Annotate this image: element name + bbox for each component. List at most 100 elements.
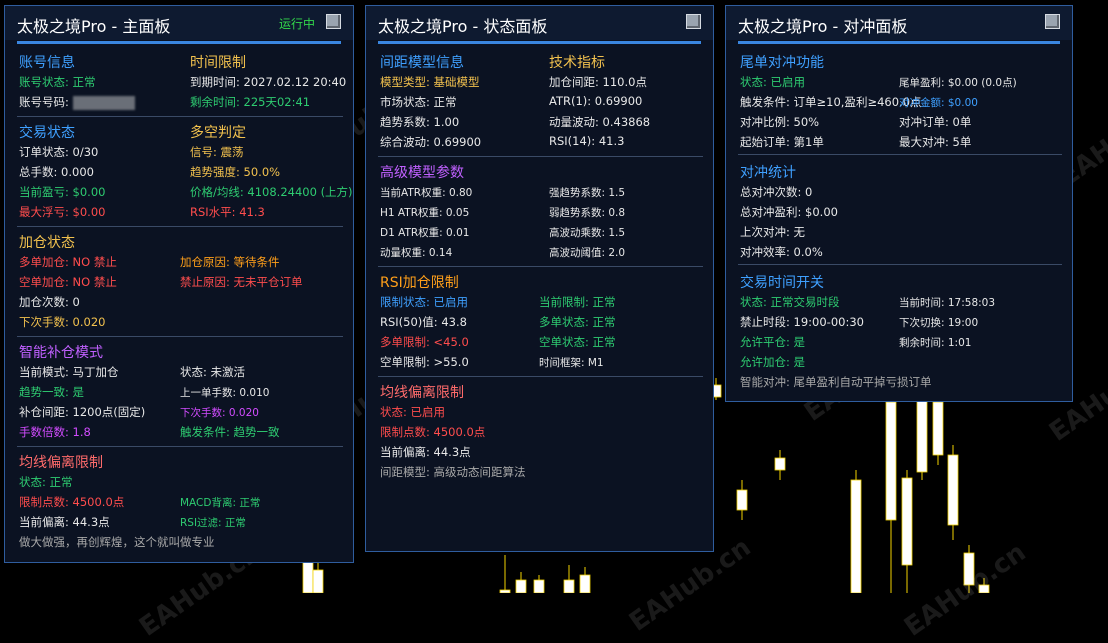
main-panel-title: 太极之境Pro - 主面板	[17, 17, 171, 36]
hedge-panel[interactable]: 太极之境Pro - 对冲面板 尾单对冲功能 状态: 已启用 尾单盈利: $0.0…	[725, 5, 1073, 402]
running-status: 运行中	[278, 17, 315, 31]
section-trade-time: 交易时间开关	[740, 275, 824, 291]
candle-body	[947, 454, 959, 526]
section-long-short: 多空判定	[190, 125, 246, 141]
high-vol-threshold: 高波动阈值: 2.0	[549, 247, 626, 259]
hedge-orders: 对冲订单: 0单	[899, 115, 972, 129]
rsi14: RSI(14): 41.3	[549, 134, 625, 148]
allow-add: 允许加仓: 是	[740, 355, 806, 369]
section-time-limit: 时间限制	[190, 55, 246, 71]
add-distance: 补仓间距: 1200点(固定)	[19, 405, 146, 419]
limit-state: 限制状态: 已启用	[380, 295, 469, 309]
d1-atr-weight: D1 ATR权重: 0.01	[380, 227, 470, 239]
close-icon[interactable]	[1045, 14, 1060, 29]
long-state: 多单状态: 正常	[539, 315, 616, 329]
section-account: 账号信息	[19, 55, 75, 71]
strong-trend-coef: 强趋势系数: 1.5	[549, 187, 626, 199]
allow-close: 允许平仓: 是	[740, 335, 806, 349]
smart-state: 状态: 未激活	[180, 365, 246, 379]
candle-body	[774, 457, 786, 471]
add-spacing: 加仓间距: 110.0点	[549, 75, 647, 89]
add-count: 加仓次数: 0	[19, 295, 80, 309]
trigger-condition: 触发条件: 订单≥10,盈利≥460.0点	[740, 95, 922, 109]
current-profit: 当前盈亏: $0.00	[19, 185, 106, 199]
candle-body	[579, 574, 591, 593]
candle-body	[533, 579, 545, 593]
weak-trend-coef: 弱趋势系数: 0.8	[549, 207, 626, 219]
candle-body	[515, 579, 527, 593]
slogan: 做大做强，再创辉煌，这个就叫做专业	[19, 535, 215, 549]
add-reason: 加仓原因: 等待条件	[180, 255, 280, 269]
signal: 信号: 震荡	[190, 145, 244, 159]
hedge-ratio: 对冲比例: 50%	[740, 115, 820, 129]
divider	[17, 336, 343, 337]
divider	[17, 226, 343, 227]
smart-hedge: 智能对冲: 尾单盈利自动平掉亏损订单	[740, 375, 932, 389]
divider	[378, 266, 703, 267]
order-status: 订单状态: 0/30	[19, 145, 99, 159]
hedge-count: 总对冲次数: 0	[740, 185, 813, 199]
tail-profit: 尾单盈利: $0.00 (0.0点)	[899, 77, 1017, 89]
last-lots: 上一单手数: 0.010	[180, 387, 270, 399]
cur-atr-weight: 当前ATR权重: 0.80	[380, 187, 473, 199]
tail-state: 状态: 已启用	[740, 75, 806, 89]
main-panel[interactable]: 太极之境Pro - 主面板 运行中 账号信息 时间限制 账号状态: 正常 到期时…	[4, 5, 354, 563]
divider	[738, 264, 1062, 265]
forbid-period: 禁止时段: 19:00-00:30	[740, 315, 864, 329]
macd-divergence: MACD背离: 正常	[180, 497, 261, 509]
header-accent-bar	[738, 41, 1060, 44]
momentum-vol: 动量波动: 0.43868	[549, 115, 651, 129]
combined-vol: 综合波动: 0.69900	[380, 135, 482, 149]
short-state: 空单状态: 正常	[539, 335, 616, 349]
close-icon[interactable]	[326, 14, 341, 29]
candle-body	[916, 394, 928, 473]
short-limit: 空单限制: >55.0	[380, 355, 469, 369]
close-icon[interactable]	[686, 14, 701, 29]
candle-body	[850, 479, 862, 593]
trigger-condition: 触发条件: 趋势一致	[180, 425, 280, 439]
status-panel[interactable]: 太极之境Pro - 状态面板 间距模型信息 技术指标 模型类型: 基础模型 加仓…	[365, 5, 714, 552]
smart-next-lots: 下次手数: 0.020	[180, 407, 259, 419]
candle-body	[302, 561, 314, 593]
forbid-reason: 禁止原因: 无未平仓订单	[180, 275, 303, 289]
lot-multiplier: 手数倍数: 1.8	[19, 425, 91, 439]
current-mode: 当前模式: 马丁加仓	[19, 365, 119, 379]
hedge-profit: 总对冲盈利: $0.00	[740, 205, 838, 219]
max-hedge: 最大对冲: 5单	[899, 135, 972, 149]
ma-dev-state: 状态: 已启用	[380, 405, 446, 419]
current-limit: 当前限制: 正常	[539, 295, 616, 309]
ma-dev-current: 当前偏离: 44.3点	[19, 515, 110, 529]
atr-value: ATR(1): 0.69900	[549, 94, 643, 108]
time-state: 状态: 正常交易时段	[740, 295, 840, 309]
trend-strength: 趋势强度: 50.0%	[190, 165, 281, 179]
trend-consistent: 趋势一致: 是	[19, 385, 85, 399]
section-ma-deviation: 均线偏离限制	[19, 455, 103, 471]
candle-body	[932, 401, 944, 456]
rsi50-value: RSI(50)值: 43.8	[380, 315, 467, 329]
ma-dev-limit: 限制点数: 4500.0点	[19, 495, 125, 509]
section-tail-hedge: 尾单对冲功能	[740, 55, 824, 71]
start-order: 起始订单: 第1单	[740, 135, 824, 149]
remaining-time: 剩余时间: 225天02:41	[190, 95, 311, 109]
header-accent-bar	[378, 41, 701, 44]
short-add: 空单加仓: NO 禁止	[19, 275, 117, 289]
ma-dev-limit: 限制点数: 4500.0点	[380, 425, 486, 439]
candle-body	[901, 477, 913, 566]
rsi-level: RSI水平: 41.3	[190, 205, 265, 219]
model-type: 模型类型: 基础模型	[380, 75, 480, 89]
price-ma: 价格/均线: 4108.24400 (上方)	[190, 185, 353, 199]
hedge-amount: 对冲金额: $0.00	[899, 97, 978, 109]
ma-dev-current: 当前偏离: 44.3点	[380, 445, 471, 459]
divider	[378, 376, 703, 377]
divider	[17, 116, 343, 117]
last-hedge: 上次对冲: 无	[740, 225, 806, 239]
hedge-efficiency: 对冲效率: 0.0%	[740, 245, 823, 259]
max-float-loss: 最大浮亏: $0.00	[19, 205, 106, 219]
section-spacing-model: 间距模型信息	[380, 55, 464, 71]
long-limit: 多单限制: <45.0	[380, 335, 469, 349]
h1-atr-weight: H1 ATR权重: 0.05	[380, 207, 470, 219]
divider	[738, 154, 1062, 155]
spacing-model: 间距模型: 高级动态间距算法	[380, 465, 526, 479]
divider	[378, 156, 703, 157]
expiry-time: 到期时间: 2027.02.12 20:40	[190, 75, 347, 89]
